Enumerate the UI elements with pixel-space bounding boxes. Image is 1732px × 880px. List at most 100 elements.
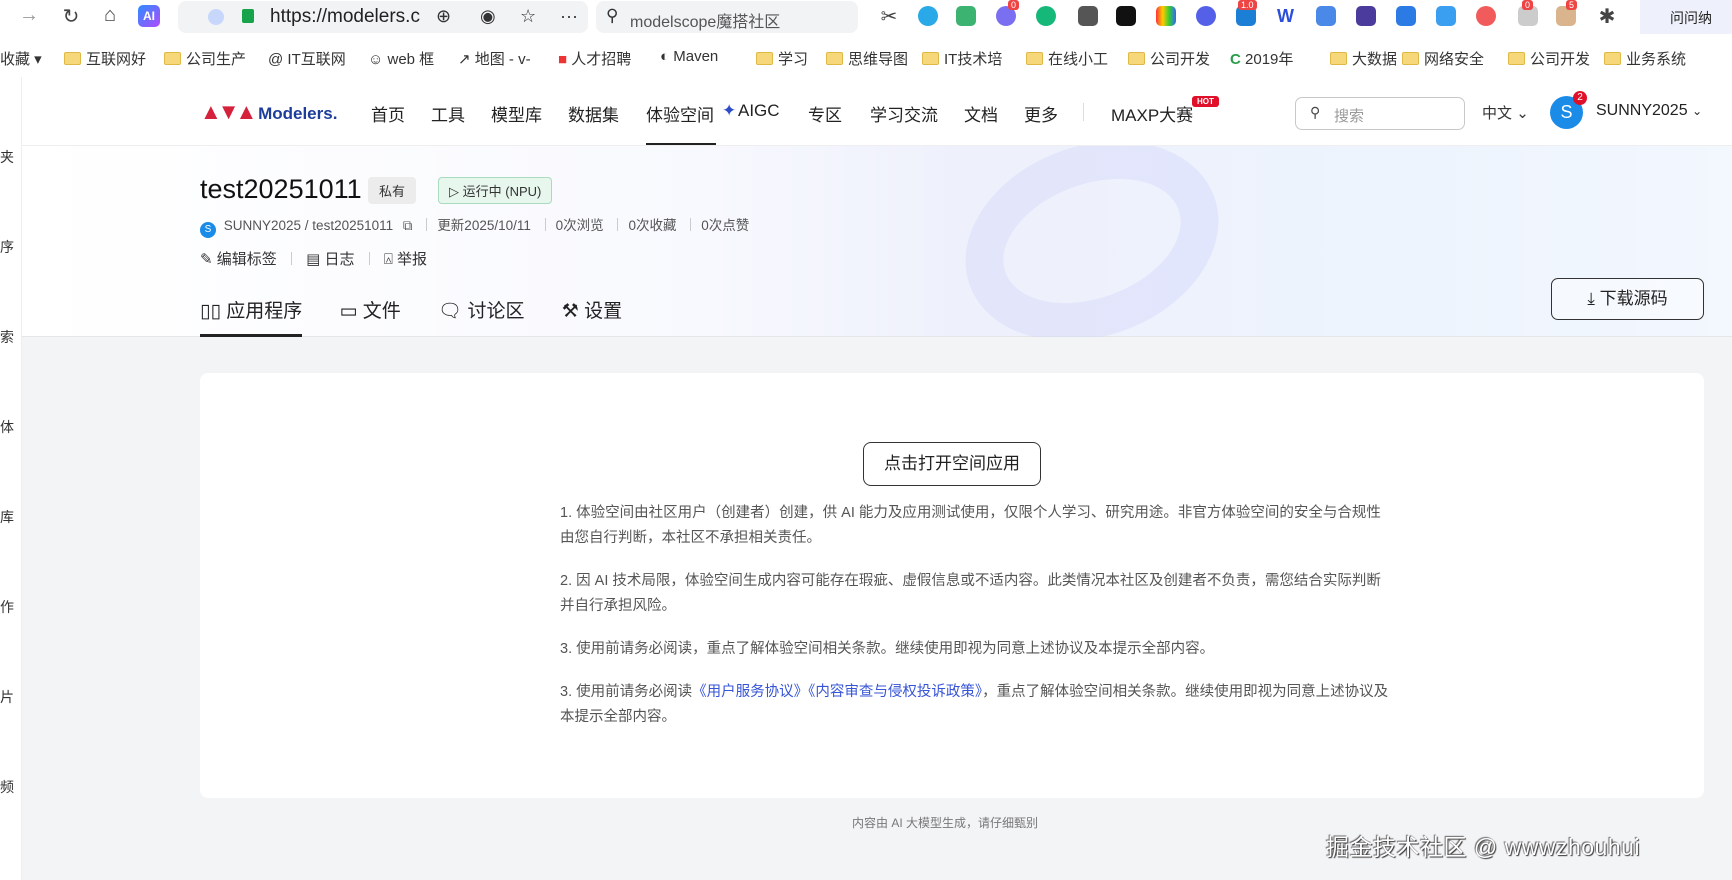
like-count: 0次点赞 bbox=[701, 218, 750, 233]
bookmark-folder[interactable]: 思维导图 bbox=[826, 48, 908, 69]
tab-app[interactable]: ▯▯ 应用程序 bbox=[200, 296, 303, 337]
browser-search-text[interactable]: modelscope魔搭社区 bbox=[630, 8, 780, 32]
space-path[interactable]: SUNNY2025 / test20251011 bbox=[224, 218, 393, 233]
ask-extension[interactable]: 问问纳 bbox=[1640, 0, 1732, 34]
search-input[interactable]: ⚲ 搜索 bbox=[1295, 97, 1465, 130]
bookmark-label: 人才招聘 bbox=[571, 51, 632, 68]
home-icon[interactable]: ⌂ bbox=[97, 4, 123, 27]
ai-extension-icon[interactable]: AI bbox=[138, 5, 160, 27]
nav-more[interactable]: 更多 bbox=[1024, 101, 1058, 126]
status-badge: ▷ 运行中 (NPU) bbox=[438, 177, 553, 204]
nav-home[interactable]: 首页 bbox=[371, 101, 405, 126]
bookmark-favorites[interactable]: 收藏 ▾ bbox=[0, 48, 42, 69]
extension-icon[interactable] bbox=[1116, 6, 1136, 26]
forward-icon[interactable]: → bbox=[16, 4, 42, 27]
download-indicator-icon[interactable]: ◉ bbox=[480, 6, 496, 27]
bookmark[interactable]: C 2019年 bbox=[1230, 48, 1293, 69]
language-select[interactable]: 中文 ⌄ bbox=[1482, 102, 1529, 123]
copy-icon[interactable]: ⧉ bbox=[403, 218, 413, 233]
bookmark-folder[interactable]: 网络安全 bbox=[1402, 48, 1484, 69]
bookmark-label: 在线小工 bbox=[1048, 51, 1109, 68]
star-icon[interactable]: ☆ bbox=[520, 6, 536, 27]
sidebar-item[interactable]: 索 bbox=[0, 327, 14, 347]
address-bar[interactable]: https://modelers.c ⊕ ◉ ☆ ··· bbox=[178, 1, 588, 33]
bookmark-folder[interactable]: 公司开发 bbox=[1508, 48, 1590, 69]
tab-label: 应用程序 bbox=[226, 301, 303, 322]
bookmark-folder[interactable]: 公司开发 bbox=[1128, 48, 1210, 69]
bookmark-folder[interactable]: 在线小工 bbox=[1026, 48, 1108, 69]
nav-zone[interactable]: 专区 bbox=[808, 101, 842, 126]
sidebar-item[interactable]: 序 bbox=[0, 237, 14, 257]
edit-tags-button[interactable]: ✎ 编辑标签 bbox=[200, 251, 277, 268]
extension-icon[interactable] bbox=[1396, 6, 1416, 26]
browser-search[interactable]: ⚲ modelscope魔搭社区 bbox=[596, 1, 858, 33]
zoom-icon[interactable]: ⊕ bbox=[436, 6, 451, 27]
user-menu[interactable]: SUNNY2025 ⌄ bbox=[1596, 102, 1702, 120]
bookmark[interactable]: ☺ web 框 bbox=[368, 48, 434, 69]
nav-docs[interactable]: 文档 bbox=[964, 101, 998, 126]
url-text[interactable]: https://modelers.c bbox=[270, 6, 420, 28]
main-content: 点击打开空间应用 1. 体验空间由社区用户（创建者）创建，供 AI 能力及应用测… bbox=[22, 337, 1732, 880]
download-source-button[interactable]: ⤓ 下载源码 bbox=[1551, 278, 1704, 320]
report-button[interactable]: ⍓ 举报 bbox=[384, 251, 427, 268]
log-label: 日志 bbox=[324, 251, 355, 268]
updated-date: 更新2025/10/11 bbox=[437, 218, 531, 233]
reload-icon[interactable]: ↻ bbox=[58, 4, 84, 29]
nav-maxp[interactable]: MAXP大赛 bbox=[1111, 101, 1193, 126]
sidebar-item[interactable]: 片 bbox=[0, 687, 14, 707]
bookmark[interactable]: ↗ 地图 - v- bbox=[458, 48, 531, 69]
logo[interactable]: ▲▼▲ Modelers. bbox=[200, 99, 337, 125]
extension-icon[interactable] bbox=[1196, 6, 1216, 26]
sidebar-item[interactable]: 体 bbox=[0, 417, 14, 437]
content-policy-link[interactable]: 《内容审查与侵权投诉政策》 bbox=[808, 684, 982, 700]
status-text: 运行中 (NPU) bbox=[462, 184, 542, 199]
nav-models[interactable]: 模型库 bbox=[491, 101, 542, 126]
tab-discussion[interactable]: 🗨 讨论区 bbox=[438, 301, 524, 322]
nav-datasets[interactable]: 数据集 bbox=[568, 101, 619, 126]
sidebar-item[interactable]: 库 bbox=[0, 507, 14, 527]
sidebar-item[interactable]: 夹 bbox=[0, 147, 14, 167]
bookmark-folder[interactable]: 学习 bbox=[756, 48, 808, 69]
open-app-button[interactable]: 点击打开空间应用 bbox=[863, 442, 1041, 486]
sidebar-item[interactable]: 频 bbox=[0, 777, 14, 797]
bookmark-folder[interactable]: 互联网好 bbox=[64, 48, 146, 69]
bookmark[interactable]: ◐ Maven bbox=[660, 48, 718, 65]
nav-spaces[interactable]: 体验空间 bbox=[646, 101, 714, 126]
extension-icon[interactable] bbox=[1476, 6, 1496, 26]
puzzle-icon[interactable]: ✱ bbox=[1594, 4, 1620, 29]
w-extension-icon[interactable]: W bbox=[1277, 6, 1294, 27]
bookmark-folder[interactable]: 大数据 bbox=[1330, 48, 1397, 69]
avatar-letter: S bbox=[1560, 102, 1573, 122]
scissors-icon[interactable]: ✂ bbox=[876, 4, 902, 29]
log-button[interactable]: ▤ 日志 bbox=[306, 251, 354, 268]
folder-icon bbox=[922, 52, 939, 65]
bookmark-label: 2019年 bbox=[1245, 51, 1294, 68]
sidebar-item[interactable]: 作 bbox=[0, 597, 14, 617]
bookmark-folder[interactable]: 公司生产 bbox=[164, 48, 246, 69]
tab-files[interactable]: ▭ 文件 bbox=[340, 301, 401, 322]
extension-icon[interactable] bbox=[956, 6, 976, 26]
nav-tools[interactable]: 工具 bbox=[431, 101, 465, 126]
translate-icon[interactable] bbox=[1436, 6, 1456, 26]
bookmark-folder[interactable]: 业务系统 bbox=[1604, 48, 1686, 69]
qr-icon[interactable] bbox=[1078, 6, 1098, 26]
nav-aigc[interactable]: AIGC bbox=[738, 101, 780, 121]
ai-disclaimer: 内容由 AI 大模型生成，请仔细甄别 bbox=[852, 816, 1039, 830]
bookmark-folder[interactable]: IT技术培 bbox=[922, 48, 1002, 69]
bookmark[interactable]: ■ 人才招聘 bbox=[558, 48, 631, 69]
owner-avatar: S bbox=[200, 222, 216, 238]
extension-icon[interactable] bbox=[1036, 6, 1056, 26]
extension-icon[interactable] bbox=[1316, 6, 1336, 26]
nav-learning[interactable]: 学习交流 bbox=[870, 101, 938, 126]
more-icon[interactable]: ··· bbox=[560, 6, 578, 27]
bookmark[interactable]: @ IT互联网 bbox=[268, 48, 346, 69]
language-label: 中文 bbox=[1482, 105, 1513, 122]
tools-icon: ⚒ bbox=[561, 301, 579, 322]
extension-icon[interactable] bbox=[1156, 6, 1176, 26]
extension-icon[interactable] bbox=[1356, 6, 1376, 26]
extension-icon[interactable] bbox=[918, 6, 938, 26]
folder-icon bbox=[826, 52, 843, 65]
tab-settings[interactable]: ⚒ 设置 bbox=[562, 301, 622, 322]
bookmark-label: 公司开发 bbox=[1150, 51, 1211, 68]
user-agreement-link[interactable]: 《用户服务协议》 bbox=[692, 684, 808, 700]
